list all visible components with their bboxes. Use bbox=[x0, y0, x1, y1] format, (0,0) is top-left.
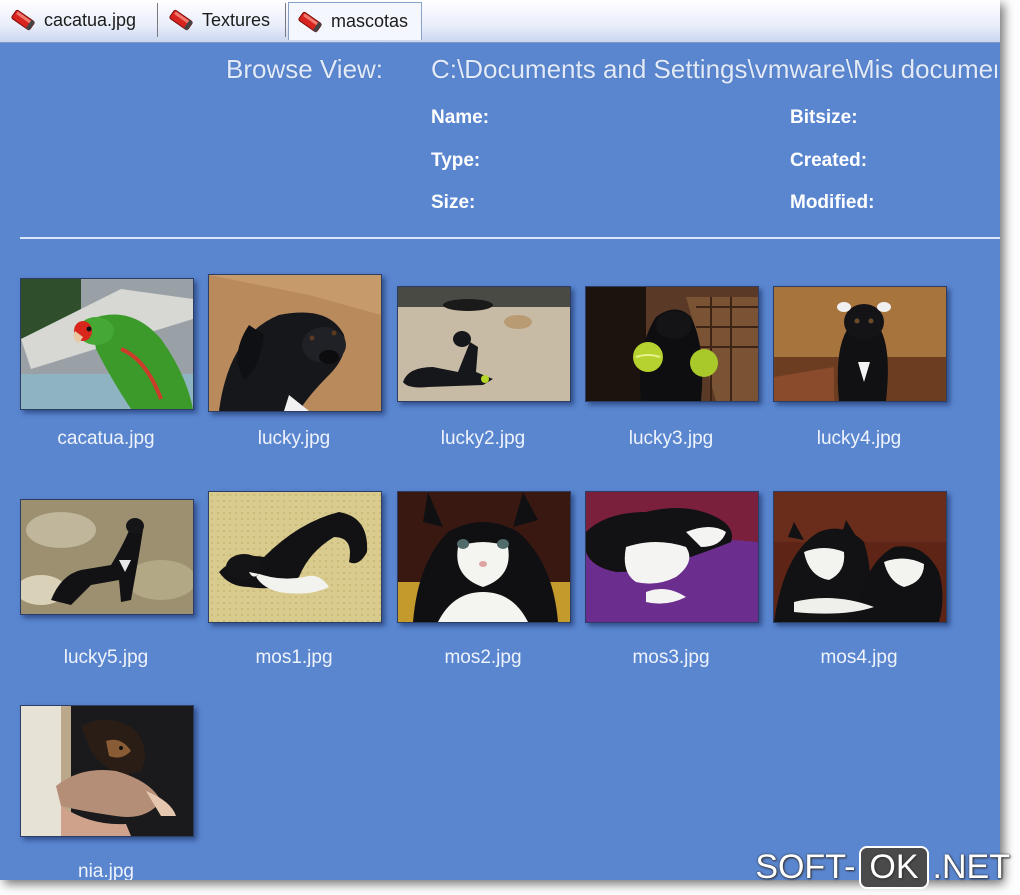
thumbnail-caption: lucky5.jpg bbox=[63, 647, 149, 668]
watermark-logo: SOFT- OK .NET bbox=[755, 846, 1010, 889]
thumbnail-caption: mos3.jpg bbox=[632, 647, 710, 668]
thumbnail-caption: mos1.jpg bbox=[255, 647, 333, 668]
header-divider bbox=[20, 237, 1000, 239]
tab-mascotas[interactable]: mascotas bbox=[288, 2, 422, 40]
thumbnail-image bbox=[20, 278, 194, 410]
thumbnail-image bbox=[208, 274, 382, 412]
thumbnail-image bbox=[397, 491, 571, 623]
image-pen-icon bbox=[298, 11, 322, 32]
tab-label: mascotas bbox=[331, 11, 409, 31]
thumbnail-caption: nia.jpg bbox=[78, 861, 134, 880]
prop-modified-label: Modified: bbox=[790, 192, 875, 213]
prop-size-label: Size: bbox=[431, 192, 476, 213]
folder-path: C:\Documents and Settings\vmware\Mis doc… bbox=[431, 54, 997, 84]
tab-label: Textures bbox=[202, 9, 271, 30]
tab-textures[interactable]: Textures bbox=[160, 3, 286, 37]
prop-bitsize-label: Bitsize: bbox=[790, 107, 858, 128]
thumbnail-caption: lucky2.jpg bbox=[440, 428, 526, 449]
thumbnail-image bbox=[20, 705, 194, 837]
thumbnail-caption: lucky.jpg bbox=[257, 428, 331, 449]
thumbnail-image bbox=[20, 499, 194, 615]
image-pen-icon bbox=[169, 9, 193, 31]
thumbnail-image bbox=[585, 286, 759, 402]
tab-label: cacatua.jpg bbox=[44, 9, 137, 30]
watermark-left: SOFT- bbox=[755, 848, 856, 886]
thumbnail-image bbox=[397, 286, 571, 402]
prop-name-label: Name: bbox=[431, 107, 490, 128]
watermark-ok: OK bbox=[859, 846, 929, 889]
image-pen-icon bbox=[11, 9, 35, 31]
browse-view-title: Browse View: bbox=[226, 54, 384, 84]
thumbnail-caption: lucky4.jpg bbox=[816, 428, 902, 449]
thumbnail-image bbox=[585, 491, 759, 623]
thumbnail-caption: cacatua.jpg bbox=[57, 428, 155, 449]
tab-bar: cacatua.jpg Textures mascotas bbox=[0, 0, 1000, 43]
browse-window: cacatua.jpg Textures mascotas Browse Vie… bbox=[0, 0, 1000, 880]
tab-cacatua[interactable]: cacatua.jpg bbox=[2, 3, 158, 37]
thumbnail-image bbox=[773, 286, 947, 402]
thumbnail-caption: lucky3.jpg bbox=[628, 428, 714, 449]
prop-type-label: Type: bbox=[431, 150, 481, 171]
thumbnail-caption: mos4.jpg bbox=[820, 647, 898, 668]
watermark-right: .NET bbox=[932, 848, 1010, 886]
thumbnail-image bbox=[773, 491, 947, 623]
thumbnail-image bbox=[208, 491, 382, 623]
thumbnail-caption: mos2.jpg bbox=[444, 647, 522, 668]
prop-created-label: Created: bbox=[790, 150, 868, 171]
